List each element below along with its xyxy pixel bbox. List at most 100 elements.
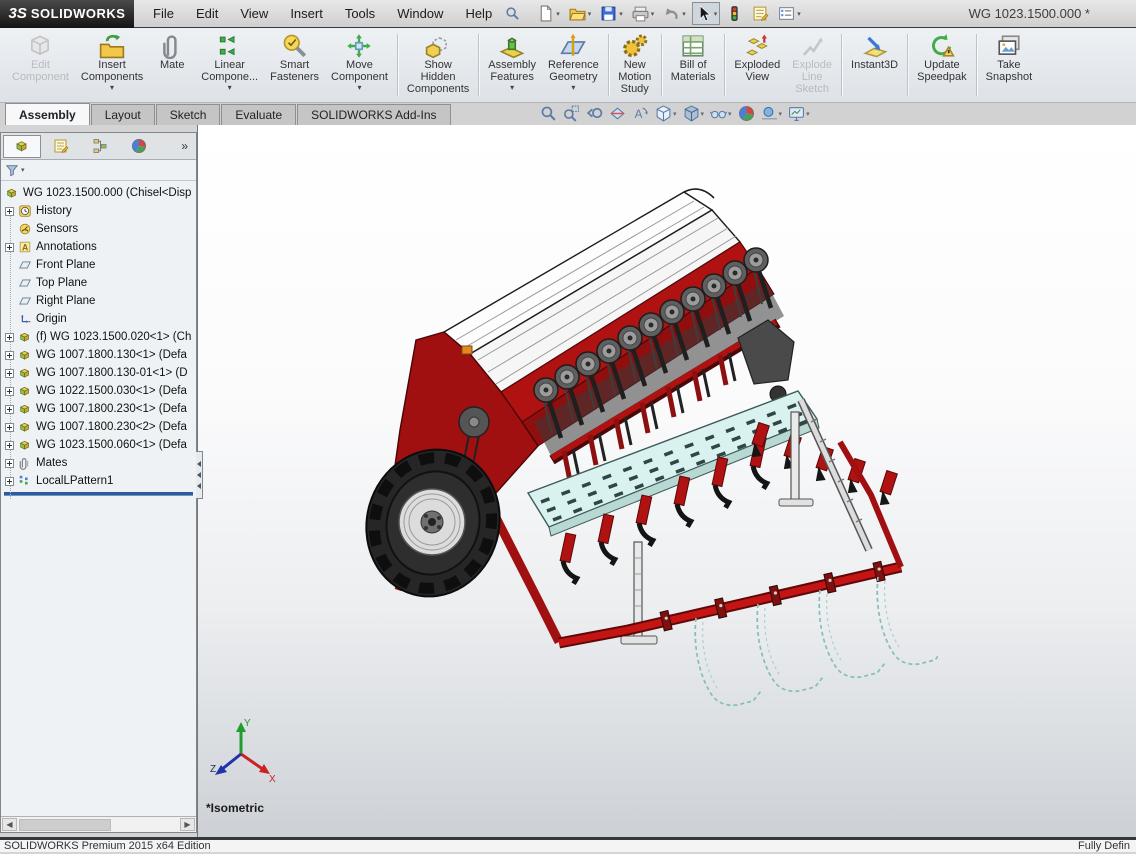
insert-components-button[interactable]: Insert Components ▾ bbox=[75, 29, 149, 101]
menu-file[interactable]: File bbox=[142, 0, 185, 27]
panel-splitter[interactable] bbox=[196, 451, 203, 499]
dropdown-arrow[interactable]: ▾ bbox=[228, 84, 232, 92]
assembly-features-button[interactable]: Assembly Features ▾ bbox=[482, 29, 542, 101]
panel-horizontal-scrollbar[interactable]: ◀ ▶ bbox=[1, 816, 196, 832]
new-document-button[interactable]: ▾ bbox=[534, 2, 563, 25]
expand-toggle[interactable] bbox=[5, 242, 14, 252]
tree-item-locallpattern1[interactable]: LocalLPattern1 bbox=[1, 472, 196, 490]
wheel-rim[interactable] bbox=[398, 488, 466, 556]
tree-item-wg-1007-1800-230-2-de[interactable]: WG 1007.1800.230<2> (Defa bbox=[1, 418, 196, 436]
dropdown-arrow[interactable]: ▾ bbox=[357, 84, 361, 92]
expand-toggle[interactable] bbox=[5, 422, 14, 432]
menu-edit[interactable]: Edit bbox=[185, 0, 229, 27]
exploded-view-button[interactable]: Exploded View bbox=[728, 29, 786, 101]
dropdown-arrow[interactable]: ▾ bbox=[673, 110, 677, 118]
tree-item-f-wg-1023-1500-020-1[interactable]: (f) WG 1023.1500.020<1> (Ch bbox=[1, 328, 196, 346]
save-document-button[interactable]: ▾ bbox=[597, 2, 626, 25]
rollback-bar[interactable] bbox=[4, 492, 193, 496]
dropdown-arrow[interactable]: ▾ bbox=[806, 110, 810, 118]
dropdown-arrow[interactable]: ▾ bbox=[619, 10, 623, 18]
featuremanager-design-tree-tab[interactable] bbox=[3, 134, 41, 158]
take-snapshot-button[interactable]: Take Snapshot bbox=[980, 29, 1038, 101]
tree-item-right-plane[interactable]: Right Plane bbox=[1, 292, 196, 310]
view-orientation-button[interactable]: ▾ bbox=[655, 105, 677, 122]
graphics-area[interactable]: Y X Z *Isometric bbox=[197, 125, 1136, 837]
expand-toggle[interactable] bbox=[5, 404, 14, 414]
tree-item-wg-1007-1800-230-1-de[interactable]: WG 1007.1800.230<1> (Defa bbox=[1, 400, 196, 418]
tree-item-front-plane[interactable]: Front Plane bbox=[1, 256, 196, 274]
previous-view-button[interactable] bbox=[586, 105, 603, 122]
dropdown-arrow[interactable]: ▾ bbox=[779, 110, 783, 118]
dropdown-arrow[interactable]: ▾ bbox=[651, 10, 655, 18]
seed-drill-model[interactable] bbox=[338, 170, 938, 815]
edit-appearance-button[interactable] bbox=[738, 105, 755, 122]
file-properties-button[interactable] bbox=[749, 2, 772, 25]
open-document-button[interactable]: ▾ bbox=[566, 2, 595, 25]
tab-evaluate[interactable]: Evaluate bbox=[221, 104, 297, 125]
dropdown-arrow[interactable]: ▾ bbox=[682, 10, 686, 18]
ghost-harrow-tines[interactable] bbox=[694, 576, 938, 707]
tree-item-sensors[interactable]: Sensors bbox=[1, 220, 196, 238]
linear-compone-button[interactable]: Linear Compone... ▾ bbox=[195, 29, 264, 101]
expand-toggle[interactable] bbox=[5, 368, 14, 378]
smart-fasteners-button[interactable]: Smart Fasteners bbox=[264, 29, 325, 101]
scrollbar-thumb[interactable] bbox=[19, 818, 111, 831]
dropdown-arrow[interactable]: ▾ bbox=[797, 10, 801, 18]
tree-item-wg-1007-1800-130-01-1[interactable]: WG 1007.1800.130-01<1> (D bbox=[1, 364, 196, 382]
menu-tools[interactable]: Tools bbox=[334, 0, 386, 27]
undo-button[interactable]: ▾ bbox=[660, 2, 689, 25]
panel-expand-chevron[interactable]: » bbox=[175, 139, 194, 153]
tree-item-origin[interactable]: Origin bbox=[1, 310, 196, 328]
expand-toggle[interactable] bbox=[5, 386, 14, 396]
expand-toggle[interactable] bbox=[5, 332, 14, 342]
rebuild-button[interactable] bbox=[723, 2, 746, 25]
expand-toggle[interactable] bbox=[5, 440, 14, 450]
displaymanager-tab[interactable] bbox=[120, 135, 158, 158]
menu-view[interactable]: View bbox=[229, 0, 279, 27]
tree-item-wg-1023-1500-060-1-de[interactable]: WG 1023.1500.060<1> (Defa bbox=[1, 436, 196, 454]
expand-toggle[interactable] bbox=[5, 458, 14, 468]
select-tool-button[interactable]: ▾ bbox=[691, 2, 721, 25]
display-style-button[interactable]: ▾ bbox=[683, 105, 705, 122]
dropdown-arrow[interactable]: ▾ bbox=[714, 10, 718, 18]
zoom-to-fit-button[interactable] bbox=[540, 105, 557, 122]
bill-of-materials-button[interactable]: Bill of Materials bbox=[665, 29, 722, 101]
search-icon[interactable] bbox=[505, 6, 520, 21]
print-document-button[interactable]: ▾ bbox=[629, 2, 658, 25]
new-motion-study-button[interactable]: New Motion Study bbox=[612, 29, 658, 101]
menu-window[interactable]: Window bbox=[386, 0, 454, 27]
dropdown-arrow[interactable]: ▾ bbox=[588, 10, 592, 18]
tree-item-wg-1007-1800-130-1-de[interactable]: WG 1007.1800.130<1> (Defa bbox=[1, 346, 196, 364]
dropdown-arrow[interactable]: ▾ bbox=[571, 84, 575, 92]
reference-geometry-button[interactable]: Reference Geometry ▾ bbox=[542, 29, 605, 101]
tree-item-history[interactable]: History bbox=[1, 202, 196, 220]
view-settings-button[interactable]: ▾ bbox=[788, 105, 810, 122]
mate-button[interactable]: Mate bbox=[149, 29, 195, 101]
zoom-to-area-button[interactable] bbox=[563, 105, 580, 122]
configurationmanager-tab[interactable] bbox=[81, 135, 119, 158]
tab-sketch[interactable]: Sketch bbox=[155, 104, 221, 125]
expand-toggle[interactable] bbox=[5, 476, 14, 486]
tree-item-mates[interactable]: Mates bbox=[1, 454, 196, 472]
tree-item-annotations[interactable]: Annotations bbox=[1, 238, 196, 256]
propertymanager-tab[interactable] bbox=[42, 135, 80, 158]
expand-toggle[interactable] bbox=[5, 206, 14, 216]
tree-item-wg-1023-1500-000-chise[interactable]: WG 1023.1500.000 (Chisel<Disp bbox=[1, 184, 196, 202]
dropdown-arrow[interactable]: ▾ bbox=[701, 110, 705, 118]
update-speedpak-button[interactable]: Update Speedpak bbox=[911, 29, 973, 101]
options-button[interactable]: ▾ bbox=[775, 2, 804, 25]
tab-solidworks-add-ins[interactable]: SOLIDWORKS Add-Ins bbox=[297, 104, 451, 125]
dropdown-arrow[interactable]: ▾ bbox=[110, 84, 114, 92]
tree-item-wg-1022-1500-030-1-de[interactable]: WG 1022.1500.030<1> (Defa bbox=[1, 382, 196, 400]
expand-toggle[interactable] bbox=[5, 350, 14, 360]
tab-assembly[interactable]: Assembly bbox=[5, 103, 90, 125]
scroll-left-arrow[interactable]: ◀ bbox=[2, 818, 17, 831]
menu-help[interactable]: Help bbox=[454, 0, 503, 27]
hide-show-items-button[interactable]: ▾ bbox=[710, 105, 732, 122]
tab-layout[interactable]: Layout bbox=[90, 104, 155, 125]
dynamic-annotation-views-button[interactable] bbox=[632, 105, 649, 122]
tree-filter-bar[interactable]: ▾ bbox=[1, 160, 196, 181]
menu-insert[interactable]: Insert bbox=[279, 0, 334, 27]
instant3d-button[interactable]: Instant3D bbox=[845, 29, 904, 101]
dropdown-arrow[interactable]: ▾ bbox=[556, 10, 560, 18]
